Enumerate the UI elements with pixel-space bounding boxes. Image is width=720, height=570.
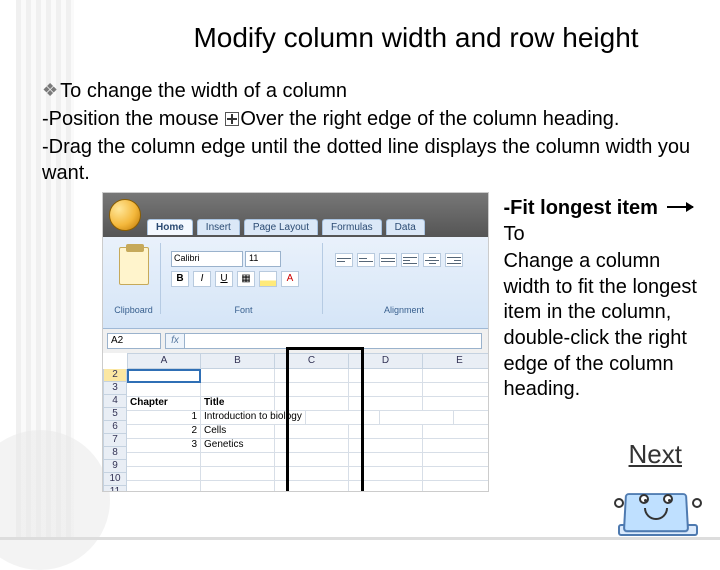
cell-a2[interactable] bbox=[127, 369, 201, 383]
panel-font: Calibri 11 B I U ▦ A Font bbox=[165, 243, 323, 314]
panel-label-font: Font bbox=[165, 305, 322, 315]
tab-insert[interactable]: Insert bbox=[197, 219, 240, 235]
diamond-bullet-icon: ❖ bbox=[42, 79, 58, 102]
rowhdr-6[interactable]: 6 bbox=[103, 421, 127, 434]
row-headers[interactable]: 2 3 4 5 6 7 8 9 10 11 bbox=[103, 369, 127, 491]
bold-button[interactable]: B bbox=[171, 271, 189, 287]
cell-b4[interactable]: Title bbox=[201, 397, 275, 411]
tab-pagelayout[interactable]: Page Layout bbox=[244, 219, 318, 235]
panel-label-align: Alignment bbox=[327, 305, 481, 315]
colhdr-c[interactable]: C bbox=[275, 353, 349, 369]
rowhdr-4[interactable]: 4 bbox=[103, 395, 127, 408]
tab-data[interactable]: Data bbox=[386, 219, 425, 235]
bullet-2b: Over the right edge of the column headin… bbox=[240, 108, 619, 130]
cell-a6[interactable]: 2 bbox=[127, 425, 201, 439]
bullet-2a: -Position the mouse bbox=[42, 108, 224, 130]
fontcolor-button[interactable]: A bbox=[281, 271, 299, 287]
rowhdr-7[interactable]: 7 bbox=[103, 434, 127, 447]
cell-b6[interactable]: Cells bbox=[201, 425, 275, 439]
rowhdr-3[interactable]: 3 bbox=[103, 382, 127, 395]
panel-alignment: Alignment bbox=[327, 243, 481, 314]
ribbon: Clipboard Calibri 11 B I U ▦ A bbox=[103, 237, 488, 329]
name-box[interactable]: A2 bbox=[107, 333, 161, 349]
colhdr-a[interactable]: A bbox=[127, 353, 201, 369]
slide-title: Modify column width and row height bbox=[122, 22, 710, 54]
align-right-button[interactable] bbox=[445, 253, 463, 267]
cell-a4[interactable]: Chapter bbox=[127, 397, 201, 411]
rowhdr-11[interactable]: 11 bbox=[103, 486, 127, 492]
column-headers[interactable]: A B C D E bbox=[127, 353, 488, 369]
office-orb-icon bbox=[109, 199, 141, 231]
worksheet-grid[interactable]: A B C D E 2 3 4 5 6 7 8 9 10 11 bbox=[103, 353, 488, 491]
fill-button[interactable] bbox=[259, 271, 277, 287]
italic-button[interactable]: I bbox=[193, 271, 211, 287]
align-bot-button[interactable] bbox=[379, 253, 397, 267]
formula-bar[interactable]: fx bbox=[165, 333, 482, 349]
align-center-button[interactable] bbox=[423, 253, 441, 267]
underline-button[interactable]: U bbox=[215, 271, 233, 287]
cell-a7[interactable]: 3 bbox=[127, 439, 201, 453]
panel-clipboard: Clipboard bbox=[107, 243, 161, 314]
fit-desc: Change a column width to fit the longest… bbox=[503, 249, 710, 403]
align-top-button[interactable] bbox=[335, 253, 353, 267]
bullet-2: -Position the mouse Over the right edge … bbox=[42, 106, 710, 132]
bullet-3: -Drag the column edge until the dotted l… bbox=[42, 134, 710, 186]
cells[interactable]: ChapterTitle 1Introduction to biology 2C… bbox=[127, 369, 488, 491]
side-text: -Fit longest item To Change a column wid… bbox=[503, 192, 710, 403]
font-size-combo[interactable]: 11 bbox=[245, 251, 281, 267]
cell-a5[interactable]: 1 bbox=[127, 411, 201, 425]
tab-home[interactable]: Home bbox=[147, 219, 193, 235]
fit-label: -Fit longest item bbox=[503, 197, 663, 219]
rowhdr-9[interactable]: 9 bbox=[103, 460, 127, 473]
excel-screenshot: Home Insert Page Layout Formulas Data Cl… bbox=[102, 192, 489, 492]
fx-icon: fx bbox=[165, 333, 185, 349]
colhdr-e[interactable]: E bbox=[423, 353, 489, 369]
panel-label-clipboard: Clipboard bbox=[107, 305, 160, 315]
align-mid-button[interactable] bbox=[357, 253, 375, 267]
font-name-combo[interactable]: Calibri bbox=[171, 251, 243, 267]
fit-to: To bbox=[503, 223, 524, 245]
align-left-button[interactable] bbox=[401, 253, 419, 267]
rowhdr-10[interactable]: 10 bbox=[103, 473, 127, 486]
rowhdr-8[interactable]: 8 bbox=[103, 447, 127, 460]
tab-formulas[interactable]: Formulas bbox=[322, 219, 382, 235]
bullet-1-text: To change the width of a column bbox=[60, 80, 347, 102]
ribbon-tabs: Home Insert Page Layout Formulas Data bbox=[147, 219, 425, 235]
arrow-right-icon bbox=[667, 206, 693, 208]
paste-icon[interactable] bbox=[119, 247, 149, 285]
rowhdr-2[interactable]: 2 bbox=[103, 369, 127, 382]
rowhdr-5[interactable]: 5 bbox=[103, 408, 127, 421]
cell-b5[interactable]: Introduction to biology bbox=[201, 411, 306, 425]
cell-b7[interactable]: Genetics bbox=[201, 439, 275, 453]
colhdr-b[interactable]: B bbox=[201, 353, 275, 369]
cursor-plus-icon bbox=[225, 112, 239, 126]
colhdr-d[interactable]: D bbox=[349, 353, 423, 369]
bullet-1: ❖To change the width of a column bbox=[42, 78, 710, 104]
border-button[interactable]: ▦ bbox=[237, 271, 255, 287]
